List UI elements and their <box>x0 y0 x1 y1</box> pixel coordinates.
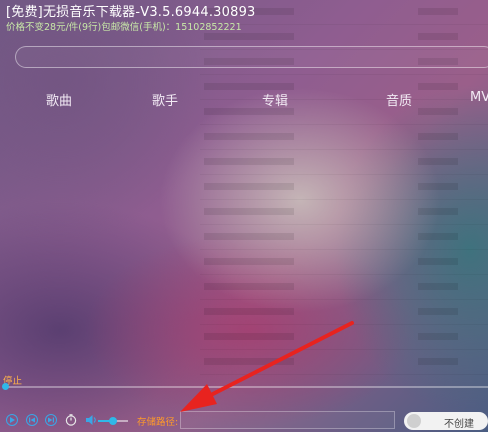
tab-mv[interactable]: MV <box>470 90 488 105</box>
previous-button[interactable] <box>26 414 38 426</box>
toggle-label: 不创建 <box>444 419 474 430</box>
tab-singer[interactable]: 歌手 <box>152 90 178 109</box>
storage-path-label: 存储路径: <box>137 417 179 428</box>
play-button[interactable] <box>6 414 18 426</box>
play-icon <box>10 417 15 423</box>
timer-icon[interactable] <box>65 414 77 426</box>
toggle-knob <box>407 414 421 428</box>
create-folder-toggle[interactable]: 不创建 <box>404 412 488 430</box>
volume-handle[interactable] <box>109 417 117 425</box>
search-input[interactable] <box>15 46 488 68</box>
window-title: [免费]无损音乐下载器-V3.5.6944.30893 <box>6 5 256 20</box>
progress-handle[interactable] <box>2 383 9 390</box>
next-icon <box>48 417 54 423</box>
progress-bar[interactable] <box>4 386 488 388</box>
storage-path-input[interactable] <box>180 411 395 429</box>
previous-icon <box>29 417 35 423</box>
tab-quality[interactable]: 音质 <box>386 90 412 109</box>
volume-icon[interactable] <box>84 413 98 427</box>
tab-album[interactable]: 专辑 <box>262 90 288 109</box>
next-button[interactable] <box>45 414 57 426</box>
contact-notice: 价格不变28元/件(9行)包邮微信(手机)：15102852221 <box>6 22 242 33</box>
tab-songs[interactable]: 歌曲 <box>46 90 72 109</box>
